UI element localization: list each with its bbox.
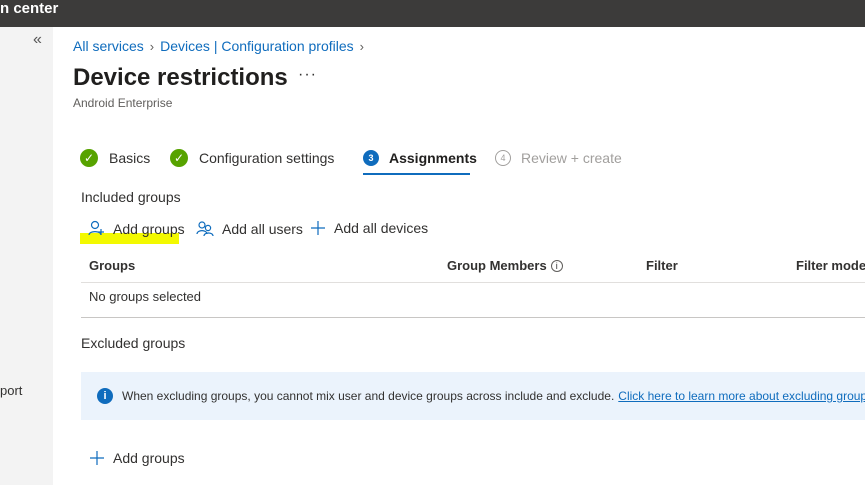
info-banner-text: When excluding groups, you cannot mix us… bbox=[122, 389, 615, 403]
add-groups-button[interactable]: Add groups bbox=[87, 220, 185, 238]
page-title: Device restrictions bbox=[73, 64, 288, 91]
wizard-step-label: Basics bbox=[109, 150, 151, 166]
add-all-devices-label: Add all devices bbox=[334, 220, 429, 236]
add-all-users-button[interactable]: Add all users bbox=[196, 220, 303, 238]
add-excluded-groups-button[interactable]: Add groups bbox=[89, 450, 185, 466]
plus-icon bbox=[311, 221, 325, 235]
info-icon: i bbox=[97, 388, 113, 404]
section-divider bbox=[81, 317, 865, 318]
users-icon bbox=[196, 221, 214, 237]
add-user-icon bbox=[88, 220, 104, 236]
checkmark-icon: ✓ bbox=[80, 149, 98, 167]
wizard-step-assignments[interactable]: 3 Assignments bbox=[363, 147, 477, 169]
collapse-nav-icon[interactable]: « bbox=[33, 31, 42, 49]
add-all-users-label: Add all users bbox=[222, 221, 303, 237]
more-options-icon[interactable]: ··· bbox=[298, 66, 317, 84]
app-title: n center bbox=[0, 0, 59, 17]
add-groups-label: Add groups bbox=[113, 450, 185, 466]
page-subtitle: Android Enterprise bbox=[73, 96, 173, 110]
column-header-label: Group Members bbox=[447, 258, 547, 273]
chevron-right-icon: › bbox=[359, 39, 364, 54]
active-step-indicator bbox=[363, 173, 470, 175]
left-nav: « port bbox=[0, 27, 53, 485]
column-header-filter[interactable]: Filter bbox=[646, 258, 678, 273]
column-header-group-members[interactable]: Group Members i bbox=[447, 258, 563, 273]
wizard-step-configuration-settings[interactable]: ✓ Configuration settings bbox=[170, 147, 334, 169]
add-groups-label: Add groups bbox=[113, 221, 185, 237]
add-all-devices-button[interactable]: Add all devices bbox=[310, 220, 428, 236]
included-groups-title: Included groups bbox=[81, 189, 181, 205]
step-number-icon: 3 bbox=[363, 150, 379, 166]
nav-item-support[interactable]: port bbox=[0, 383, 22, 398]
wizard-step-basics[interactable]: ✓ Basics bbox=[80, 147, 150, 169]
table-divider bbox=[81, 282, 865, 283]
checkmark-icon: ✓ bbox=[170, 149, 188, 167]
wizard-step-review-create[interactable]: 4 Review + create bbox=[495, 147, 622, 169]
wizard-step-label: Configuration settings bbox=[199, 150, 335, 166]
plus-icon bbox=[90, 451, 104, 465]
top-bar: n center bbox=[0, 0, 865, 27]
wizard-step-label: Assignments bbox=[389, 150, 477, 166]
column-header-filter-mode[interactable]: Filter mode bbox=[796, 258, 865, 273]
breadcrumb-all-services[interactable]: All services bbox=[73, 38, 144, 54]
step-number-icon: 4 bbox=[495, 150, 511, 166]
excluded-groups-title: Excluded groups bbox=[81, 335, 186, 351]
column-header-groups[interactable]: Groups bbox=[89, 258, 135, 273]
chevron-right-icon: › bbox=[149, 39, 155, 54]
wizard-step-label: Review + create bbox=[521, 150, 622, 166]
breadcrumb-configuration-profiles[interactable]: Devices | Configuration profiles bbox=[160, 38, 354, 54]
learn-more-link[interactable]: Click here to learn more about excluding… bbox=[618, 389, 865, 403]
empty-table-message: No groups selected bbox=[89, 289, 202, 304]
main-content: All services › Devices | Configuration pro… bbox=[53, 27, 865, 485]
breadcrumb: All services › Devices | Configuration pro… bbox=[73, 38, 370, 54]
info-icon[interactable]: i bbox=[550, 259, 563, 272]
info-banner: i When excluding groups, you cannot mix … bbox=[81, 372, 865, 420]
